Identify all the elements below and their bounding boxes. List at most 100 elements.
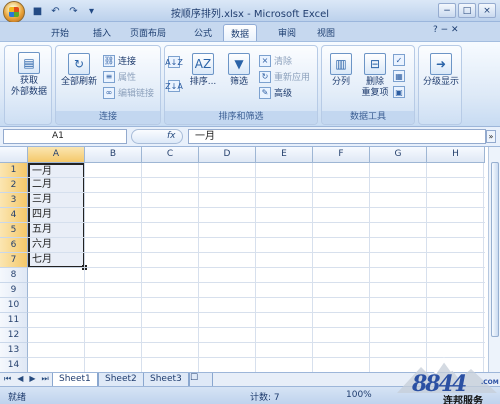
function-icon[interactable]: fx — [167, 131, 176, 141]
tab-home[interactable]: 开始 — [44, 24, 76, 41]
advanced-button[interactable]: ✎ 高级 — [259, 86, 292, 99]
clear-icon: × — [259, 54, 271, 67]
minimize-icon[interactable]: − — [438, 3, 456, 18]
row-header-14[interactable]: 14 — [0, 358, 28, 372]
row-header-2[interactable]: 2 — [0, 178, 28, 193]
advanced-filter-icon: ✎ — [259, 86, 271, 99]
close-icon[interactable]: × — [478, 3, 496, 18]
window-title: 按顺序排列.xlsx - Microsoft Excel — [170, 9, 330, 20]
row-header-1[interactable]: 1 — [0, 163, 28, 178]
database-icon: ▤ — [18, 52, 40, 74]
cell-a1[interactable]: 一月 — [28, 163, 85, 178]
row-header-10[interactable]: 10 — [0, 298, 28, 313]
filter-icon: ▼ — [228, 53, 250, 75]
consolidate-button[interactable]: ▦ — [393, 70, 405, 82]
cell-a2[interactable]: 二月 — [28, 178, 85, 193]
row-header-6[interactable]: 6 — [0, 238, 28, 253]
clear-button[interactable]: × 清除 — [259, 54, 292, 67]
watermark-text: 连邦服务 — [443, 396, 483, 404]
properties-button[interactable]: ≡ 属性 — [103, 70, 136, 83]
worksheet-grid[interactable]: A B C D E F G H 1 2 3 4 5 6 7 8 9 10 11 … — [0, 147, 500, 372]
row-header-7[interactable]: 7 — [0, 253, 28, 268]
title-bar: ■ ↶ ↷ ▾ 按顺序排列.xlsx - Microsoft Excel − □… — [0, 0, 500, 23]
sort-descending-button[interactable]: Z↓A — [165, 80, 183, 92]
cell-a7[interactable]: 七月 — [28, 253, 85, 268]
name-box[interactable]: A1 — [3, 129, 127, 144]
sheet-tab-1[interactable]: Sheet1 — [52, 373, 98, 387]
refresh-all-button[interactable]: ↻ 全部刷新 — [58, 53, 100, 88]
row-header-8[interactable]: 8 — [0, 268, 28, 283]
link-icon: ⛓ — [103, 54, 115, 67]
column-header-f[interactable]: F — [313, 147, 370, 163]
data-validation-button[interactable]: ✓ — [393, 54, 405, 66]
row-header-3[interactable]: 3 — [0, 193, 28, 208]
expand-formula-icon[interactable]: » — [486, 130, 496, 143]
last-sheet-icon[interactable]: ⏭ — [42, 374, 49, 384]
filter-button[interactable]: ▼ 筛选 — [223, 53, 255, 88]
sheet-tab-3[interactable]: Sheet3 — [143, 373, 189, 387]
what-if-button[interactable]: ▣ — [393, 86, 405, 98]
column-header-c[interactable]: C — [142, 147, 199, 163]
tab-insert[interactable]: 插入 — [86, 24, 118, 41]
sort-ascending-button[interactable]: A↓Z — [165, 56, 183, 68]
grid-lines — [28, 163, 485, 372]
first-sheet-icon[interactable]: ⏮ — [4, 374, 11, 384]
connections-button[interactable]: ⛓ 连接 — [103, 54, 136, 67]
status-count: 计数: 7 — [250, 393, 280, 403]
column-header-d[interactable]: D — [199, 147, 256, 163]
cell-a3[interactable]: 三月 — [28, 193, 85, 208]
tab-formulas[interactable]: 公式 — [187, 24, 219, 41]
formula-input[interactable]: 一月 — [188, 129, 486, 144]
vertical-scrollbar[interactable] — [488, 147, 500, 372]
prev-sheet-icon[interactable]: ◀ — [17, 374, 23, 384]
tab-review[interactable]: 审阅 — [271, 24, 303, 41]
column-header-e[interactable]: E — [256, 147, 313, 163]
row-header-9[interactable]: 9 — [0, 283, 28, 298]
edit-links-icon: ∞ — [103, 86, 115, 99]
refresh-icon: ↻ — [68, 53, 90, 75]
sort-icon: AZ — [192, 53, 214, 75]
connections-label: 连接 — [56, 111, 160, 124]
cell-a4[interactable]: 四月 — [28, 208, 85, 223]
tab-view[interactable]: 视图 — [310, 24, 342, 41]
sort-filter-group: A↓Z Z↓A AZ 排序... ▼ 筛选 × 清除 ↻ 重新应用 ✎ 高级 排序和筛… — [164, 45, 318, 125]
watermark-dotcom: .COM — [481, 379, 499, 386]
reapply-button[interactable]: ↻ 重新应用 — [259, 70, 310, 83]
row-header-12[interactable]: 12 — [0, 328, 28, 343]
edit-links-button[interactable]: ∞ 编辑链接 — [103, 86, 154, 99]
scroll-thumb[interactable] — [491, 162, 499, 337]
cell-a5[interactable]: 五月 — [28, 223, 85, 238]
sort-button[interactable]: AZ 排序... — [185, 53, 221, 88]
row-header-13[interactable]: 13 — [0, 343, 28, 358]
sheet-tab-2[interactable]: Sheet2 — [98, 373, 144, 387]
row-header-11[interactable]: 11 — [0, 313, 28, 328]
next-sheet-icon[interactable]: ▶ — [29, 374, 35, 384]
help-icon[interactable]: ? − ✕ — [430, 24, 462, 41]
ribbon-tabs: 开始 插入 页面布局 公式 数据 审阅 视图 ? − ✕ — [0, 22, 500, 41]
fill-handle[interactable] — [82, 265, 87, 270]
remove-duplicates-button[interactable]: ⊟ 删除 重复项 — [358, 53, 392, 99]
get-external-data-button[interactable]: ▤ 获取 外部数据 — [9, 52, 49, 98]
tab-data[interactable]: 数据 — [223, 24, 258, 41]
sort-filter-label: 排序和筛选 — [165, 111, 317, 124]
row-header-4[interactable]: 4 — [0, 208, 28, 223]
outline-button[interactable]: ➜ 分级显示 — [421, 53, 461, 88]
select-all-corner[interactable] — [0, 147, 28, 163]
insert-sheet-icon[interactable]: ☐ — [189, 373, 213, 387]
column-header-g[interactable]: G — [370, 147, 427, 163]
column-header-h[interactable]: H — [427, 147, 485, 163]
restore-icon[interactable]: □ — [458, 3, 476, 18]
zoom-level[interactable]: 100% — [346, 390, 372, 400]
column-header-b[interactable]: B — [85, 147, 142, 163]
row-header-5[interactable]: 5 — [0, 223, 28, 238]
formula-buttons: fx — [131, 129, 183, 144]
get-external-data-group: ▤ 获取 外部数据 — [4, 45, 52, 125]
column-header-a[interactable]: A — [28, 147, 85, 163]
watermark-logo: 8844 .COM 连邦服务 — [397, 355, 499, 404]
tab-page-layout[interactable]: 页面布局 — [123, 24, 173, 41]
sheet-navigation: ⏮ ◀ ▶ ⏭ — [4, 374, 49, 384]
outline-icon: ➜ — [430, 53, 452, 75]
text-to-columns-button[interactable]: ▥ 分列 — [324, 53, 358, 88]
sort-descending-icon: Z↓A — [165, 80, 183, 92]
cell-a6[interactable]: 六月 — [28, 238, 85, 253]
